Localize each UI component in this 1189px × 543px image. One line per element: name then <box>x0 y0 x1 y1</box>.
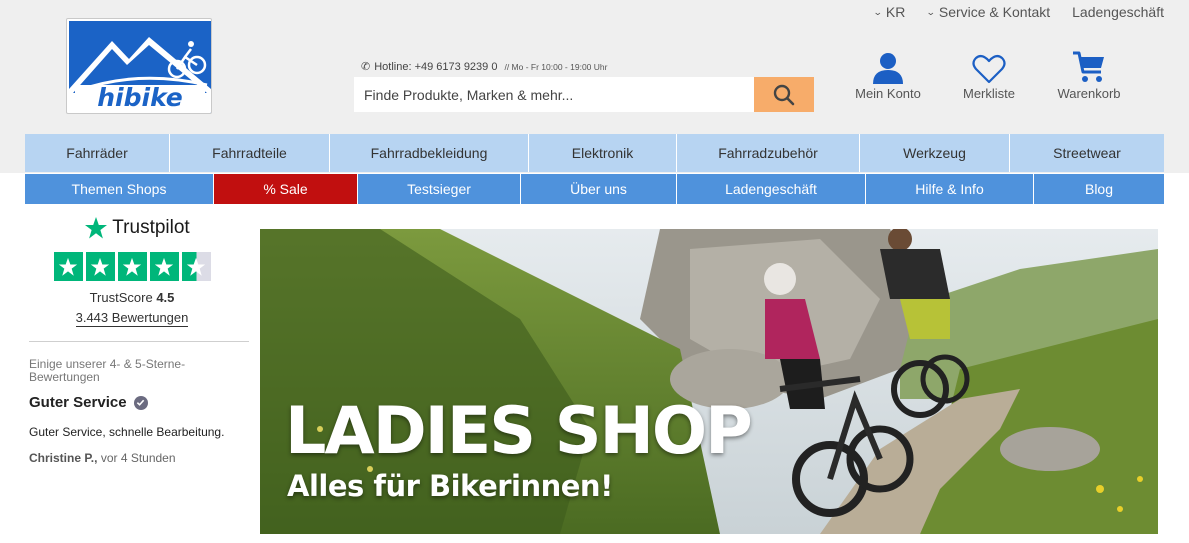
trustpilot-stars <box>15 252 249 281</box>
star-icon <box>149 252 179 281</box>
toplink-label: KR <box>885 4 906 20</box>
nav-item-werkzeug[interactable]: Werkzeug <box>860 134 1010 172</box>
trustpilot-brand: Trustpilot <box>112 217 190 238</box>
toplink-label: Service & Kontakt <box>938 4 1051 20</box>
review-author: Christine P., <box>29 451 98 465</box>
nav-item-testsieger[interactable]: Testsieger <box>358 174 521 204</box>
star-icon <box>117 252 147 281</box>
search-icon <box>773 84 795 105</box>
nav-item-fahrradteile[interactable]: Fahrradteile <box>170 134 330 172</box>
nav-item-ladengeschaeft[interactable]: Ladengeschäft <box>677 174 866 204</box>
hotline: ✆ Hotline: +49 6173 9239 0 // Mo - Fr 10… <box>361 60 607 73</box>
nav-item-fahrradbekleidung[interactable]: Fahrradbekleidung <box>330 134 529 172</box>
top-links: ⌄ KR ⌄ Service & Kontakt Ladengeschäft <box>873 4 1164 20</box>
reviews-intro: Einige unserer 4- & 5-Sterne-Bewertungen <box>29 357 186 384</box>
star-half-icon <box>181 252 211 281</box>
logo-wordmark: hibike <box>75 85 205 111</box>
banner-title: LADIES SHOP <box>285 394 753 469</box>
star-icon <box>85 252 115 281</box>
nav-item-themen-shops[interactable]: Themen Shops <box>25 174 214 204</box>
hotline-number[interactable]: Hotline: +49 6173 9239 0 <box>374 61 497 73</box>
trustpilot-widget: Trustpilot TrustScore 4.5 3.443 Bewertun… <box>29 214 249 465</box>
search-button[interactable] <box>754 77 814 112</box>
phone-icon: ✆ <box>361 61 371 73</box>
trustpilot-logo[interactable]: Trustpilot <box>25 214 249 242</box>
divider <box>29 341 249 342</box>
toplink-country[interactable]: ⌄ KR <box>873 4 906 20</box>
account-link[interactable]: Mein Konto <box>848 50 928 101</box>
trustscore-label: TrustScore <box>89 290 153 305</box>
nav-item-streetwear[interactable]: Streetwear <box>1010 134 1164 172</box>
review-title-text: Guter Service <box>29 394 127 411</box>
nav-item-hilfe-info[interactable]: Hilfe & Info <box>866 174 1034 204</box>
verified-check-icon <box>133 395 148 410</box>
nav-item-sale[interactable]: % Sale <box>214 174 358 204</box>
search-bar <box>354 77 814 112</box>
trustscore-value: 4.5 <box>156 290 175 305</box>
search-input[interactable] <box>354 77 754 112</box>
cart-label: Warenkorb <box>1057 86 1121 101</box>
review-time: vor 4 Stunden <box>100 451 176 465</box>
primary-nav: Fahrräder Fahrradteile Fahrradbekleidung… <box>25 134 1164 172</box>
trustscore: TrustScore 4.5 <box>15 290 249 305</box>
nav-item-fahrraeder[interactable]: Fahrräder <box>25 134 170 172</box>
secondary-nav: Themen Shops % Sale Testsieger Über uns … <box>25 174 1164 204</box>
nav-item-ueber-uns[interactable]: Über uns <box>521 174 677 204</box>
cart-icon <box>1073 51 1104 82</box>
heart-icon <box>972 54 1006 84</box>
review-title: Guter Service <box>29 394 249 411</box>
review-meta: Christine P., vor 4 Stunden <box>29 451 249 465</box>
review-text: Guter Service, schnelle Bearbeitung. <box>29 425 225 439</box>
cart-link[interactable]: Warenkorb <box>1052 50 1126 101</box>
chevron-down-icon: ⌄ <box>926 6 936 17</box>
account-label: Mein Konto <box>855 86 921 101</box>
reviews-link[interactable]: 3.443 Bewertungen <box>75 310 189 327</box>
toplink-store[interactable]: Ladengeschäft <box>1072 4 1164 20</box>
banner-subtitle: Alles für Bikerinnen! <box>287 469 613 503</box>
trustpilot-reviews: 3.443 Bewertungen <box>15 310 249 327</box>
hotline-hours: // Mo - Fr 10:00 - 19:00 Uhr <box>504 62 608 72</box>
nav-item-fahrradzubehoer[interactable]: Fahrradzubehör <box>677 134 860 172</box>
hibike-logo[interactable]: hibike <box>66 18 212 114</box>
trustpilot-star-icon <box>85 217 108 239</box>
hero-banner[interactable]: LADIES SHOP Alles für Bikerinnen! <box>260 229 1158 534</box>
star-icon <box>53 252 83 281</box>
user-icon <box>873 53 903 84</box>
nav-item-elektronik[interactable]: Elektronik <box>529 134 677 172</box>
wishlist-label: Merkliste <box>962 86 1015 101</box>
wishlist-link[interactable]: Merkliste <box>953 50 1025 101</box>
toplink-label: Ladengeschäft <box>1072 4 1164 20</box>
toplink-service[interactable]: ⌄ Service & Kontakt <box>926 4 1051 20</box>
chevron-down-icon: ⌄ <box>873 6 883 17</box>
nav-item-blog[interactable]: Blog <box>1034 174 1164 204</box>
